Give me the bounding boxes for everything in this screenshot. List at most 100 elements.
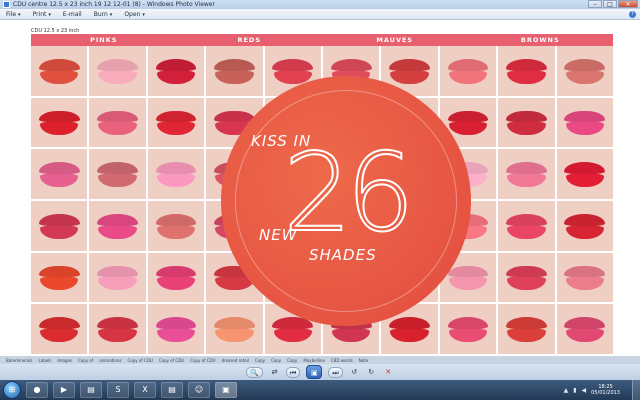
taskbar-photo-viewer-icon[interactable]: ▣ (215, 382, 237, 398)
badge-line-new: NEW (259, 226, 298, 244)
lip-swatch (147, 97, 205, 148)
taskbar-apps: ● ▶ ▤ S X ▤ ☺ ▣ (21, 382, 237, 398)
category-label: PINKS (90, 36, 118, 44)
viewer-controls: 🔍 ⇄ ⏮ ▣ ⏭ ↺ ↻ ✕ (0, 364, 640, 380)
menu-file[interactable]: File ▾ (6, 11, 21, 18)
lip-swatch (31, 46, 88, 96)
filmstrip-thumb[interactable]: Note (359, 358, 368, 363)
chevron-down-icon: ▾ (109, 11, 113, 18)
filmstrip-thumb[interactable]: Copy of CDU (159, 358, 184, 363)
lip-swatch (147, 252, 205, 303)
help-icon[interactable]: ? (629, 11, 636, 18)
taskbar-folder-icon[interactable]: ▤ (80, 382, 102, 398)
show-desktop-button[interactable] (632, 380, 640, 400)
network-icon[interactable]: ▮ (573, 387, 576, 394)
lip-swatch (556, 149, 613, 199)
rotate-left-button[interactable]: ↺ (349, 367, 360, 378)
taskbar-excel-icon[interactable]: X (134, 382, 156, 398)
lip-swatch (147, 46, 205, 96)
filmstrip-thumb[interactable]: Images (57, 358, 72, 363)
category-label: BROWNS (520, 36, 560, 44)
lip-swatch (498, 201, 555, 251)
photo-viewer-icon (3, 1, 10, 8)
close-button[interactable]: ✕ (618, 0, 638, 8)
filmstrip-thumb[interactable]: Labels (39, 358, 52, 363)
lip-swatch (206, 46, 263, 96)
clock[interactable]: 18:25 05/01/2013 (591, 384, 620, 396)
menu-burn[interactable]: Burn ▾ (94, 11, 113, 18)
badge-line-shades: SHADES (309, 246, 377, 264)
window-title: CDU centre 12.5 x 23 inch 19 12 12-01 (8… (13, 1, 215, 8)
displayed-photo: PINKS REDS MAUVES BROWNS KISS IN 26 NEW … (31, 34, 613, 354)
delete-button[interactable]: ✕ (383, 367, 394, 378)
lip-swatch (89, 149, 146, 199)
actual-size-button[interactable]: ⇄ (269, 367, 280, 378)
volume-icon[interactable]: ◀ (582, 387, 587, 394)
lip-swatch (147, 304, 205, 354)
lip-swatch (498, 149, 555, 199)
start-button[interactable]: ⊞ (3, 381, 21, 399)
previous-button[interactable]: ⏮ (286, 366, 301, 378)
chevron-down-icon: ▾ (18, 11, 21, 18)
window-controls: – □ ✕ (587, 0, 638, 9)
filmstrip: Bareminerals Labels Images Copy of animation… (0, 356, 640, 364)
maximize-button[interactable]: □ (603, 0, 617, 8)
menu-email[interactable]: E-mail (63, 11, 82, 18)
tray-arrow-icon[interactable]: ▲ (564, 387, 569, 394)
lip-swatch (147, 201, 205, 251)
menu-open[interactable]: Open ▾ (124, 11, 145, 18)
chevron-down-icon: ▾ (142, 11, 145, 18)
lip-swatch (498, 252, 555, 303)
lip-swatch (31, 304, 88, 354)
next-button[interactable]: ⏭ (328, 366, 343, 378)
filmstrip-thumb[interactable]: Maybelline (303, 358, 325, 363)
rotate-right-button[interactable]: ↻ (366, 367, 377, 378)
zoom-button[interactable]: 🔍 (246, 366, 264, 378)
taskbar-skype-icon[interactable]: S (107, 382, 129, 398)
taskbar-messenger-icon[interactable]: ☺ (188, 382, 210, 398)
filmstrip-thumb[interactable]: CBD words (331, 358, 353, 363)
filmstrip-thumb[interactable]: dressed retail (222, 358, 249, 363)
lip-swatch (556, 252, 613, 303)
system-tray: ▲ ▮ ◀ 18:25 05/01/2013 (564, 380, 640, 400)
lip-swatch (498, 304, 555, 354)
taskbar-chrome-icon[interactable]: ● (26, 382, 48, 398)
filmstrip-thumb[interactable]: Copy of CDU (128, 358, 153, 363)
lip-swatch (439, 304, 497, 354)
magnifier-icon: 🔍 (250, 368, 260, 377)
minimize-button[interactable]: – (588, 0, 602, 8)
filmstrip-thumb[interactable]: Copy of (78, 358, 93, 363)
chevron-down-icon: ▾ (48, 11, 51, 18)
category-label: MAUVES (376, 36, 414, 44)
fit-icon: ⇄ (271, 367, 278, 376)
category-label: REDS (237, 36, 262, 44)
lip-swatch (31, 97, 88, 148)
delete-icon: ✕ (385, 367, 392, 376)
previous-icon: ⏮ (290, 368, 297, 377)
lip-swatch (147, 149, 205, 199)
lip-swatch (89, 252, 146, 303)
filmstrip-thumb[interactable]: Copy of CDU (190, 358, 215, 363)
lip-swatch (206, 304, 263, 354)
filmstrip-thumb[interactable]: animations (99, 358, 121, 363)
taskbar-media-player-icon[interactable]: ▶ (53, 382, 75, 398)
lip-swatch (498, 97, 555, 148)
filmstrip-thumb[interactable]: Copy (255, 358, 265, 363)
filmstrip-thumb[interactable]: Copy (271, 358, 281, 363)
next-icon: ⏭ (332, 368, 339, 377)
lip-swatch (556, 304, 613, 354)
filmstrip-thumb[interactable]: Bareminerals (6, 358, 33, 363)
lip-swatch (89, 304, 146, 354)
menu-print[interactable]: Print ▾ (33, 11, 51, 18)
lip-swatch (89, 46, 146, 96)
filmstrip-thumb[interactable]: Copy (287, 358, 297, 363)
rotate-left-icon: ↺ (351, 367, 358, 376)
taskbar-folder-2-icon[interactable]: ▤ (161, 382, 183, 398)
rotate-right-icon: ↻ (368, 367, 375, 376)
lip-swatch (31, 252, 88, 303)
lip-swatch (556, 46, 613, 96)
lip-swatch (439, 46, 497, 96)
lip-swatch (31, 149, 88, 199)
slideshow-button[interactable]: ▣ (306, 365, 323, 379)
title-bar: CDU centre 12.5 x 23 inch 19 12 12-01 (8… (0, 0, 640, 9)
